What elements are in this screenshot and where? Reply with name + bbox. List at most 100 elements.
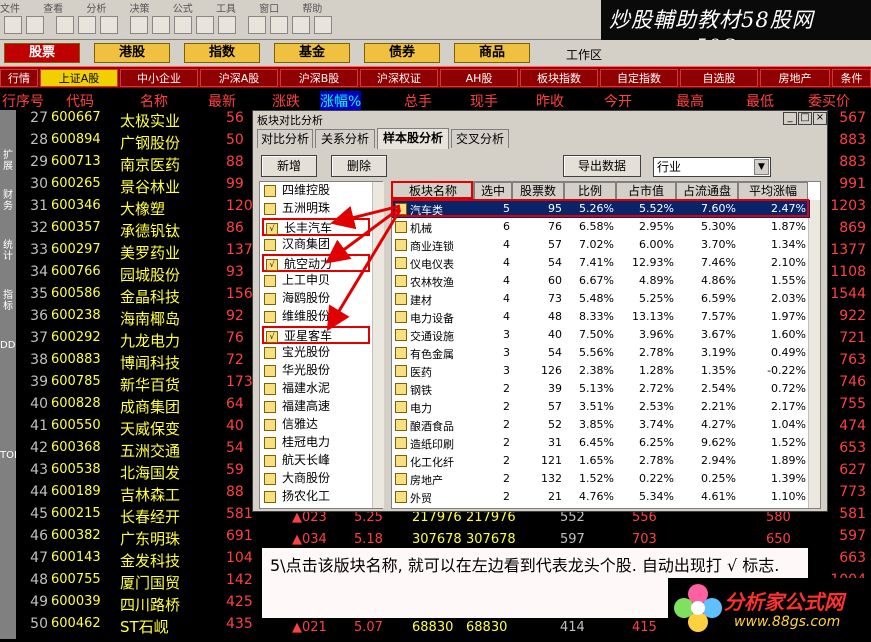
stock-list-item[interactable]: √ 亚星客车 [262,326,370,344]
calc-icon[interactable] [270,16,288,34]
stock-list-item[interactable]: √ 长丰汽车 [262,218,370,236]
grid-head-selected[interactable]: 选中 [474,182,512,200]
stock-list-scrollbar[interactable] [372,182,384,508]
grid-row[interactable]: 建材 4 73 5.48% 5.25% 6.59% 2.03% [392,290,810,308]
grid-row[interactable]: 仪电仪表 4 54 7.41% 12.93% 7.46% 2.10% [392,254,810,272]
table-row[interactable]: 36 600238 海南椰岛 92 [16,308,252,330]
table-row[interactable]: 40 600828 成商集团 64 [16,396,252,418]
stock-list-item[interactable]: 四维控股 [262,182,370,200]
grid-head-count[interactable]: 股票数 [512,182,564,200]
refresh-icon[interactable] [56,16,74,34]
menu-decision[interactable]: 决策 [130,0,150,15]
diamond-icon[interactable] [152,16,170,34]
table-row[interactable]: 38 600883 博闻科技 72 [16,352,252,374]
note-icon[interactable] [248,16,266,34]
grid-row[interactable]: 化工化纤 2 121 1.65% 2.78% 2.94% 1.89% [392,452,810,470]
col-lastvol[interactable]: 现手 [470,91,498,111]
chevron-down-icon[interactable]: ▼ [754,159,769,175]
stock-list-item[interactable]: 华光股份 [262,362,370,380]
stock-list-item[interactable]: 维维股份 [262,308,370,326]
tab-cross[interactable]: 交叉分析 [451,129,509,148]
table-row[interactable]: 37 600292 九龙电力 76 [16,330,252,352]
stock-list-item[interactable]: 福建高速 [262,398,370,416]
grid-row[interactable]: 电力设备 4 48 8.33% 13.13% 7.57% 1.97% [392,308,810,326]
tab-condition[interactable]: 条件 [832,69,871,87]
menu-help[interactable]: 帮助 [302,0,322,15]
tab-warrant[interactable]: 沪深权证 [360,69,438,87]
market-stock-button[interactable]: 股票 [4,43,80,63]
stock-list-item[interactable]: √ 航空动力 [262,254,370,272]
grid-row[interactable]: 电力 2 57 3.51% 2.53% 2.21% 2.17% [392,398,810,416]
menu-window[interactable]: 窗口 [259,0,279,15]
market-bond-button[interactable]: 债券 [364,43,440,63]
menu-tools[interactable]: 工具 [216,0,236,15]
menu-analysis[interactable]: 分析 [86,0,106,15]
tab-ah[interactable]: AH股 [440,69,518,87]
stock-list-item[interactable]: 汉商集团 [262,236,370,254]
table-row[interactable]: 47 600143 金发科技 1040 [16,550,261,572]
workspace-label[interactable]: 工作区 [566,46,602,63]
stock-list-item[interactable]: 上工申贝 [262,272,370,290]
tab-a-share[interactable]: 沪深A股 [200,69,278,87]
tab-watchlist[interactable]: 自选股 [680,69,758,87]
maximize-icon[interactable]: □ [798,112,812,125]
table-row[interactable]: 50 600462 ST石岘 435 [16,616,253,638]
grid-head-avgchg[interactable]: 平均涨幅 [738,182,808,200]
table-row[interactable]: 32 600357 承德钒钛 86 [16,220,252,242]
grid-row[interactable]: 造纸印刷 2 31 6.45% 6.25% 9.62% 1.52% [392,434,810,452]
stock-list-item[interactable]: 航天长峰 [262,452,370,470]
tab-sh-a[interactable]: 上证A股 [40,69,118,87]
list-icon[interactable] [314,16,332,34]
stop-icon[interactable] [100,16,118,34]
table-row[interactable]: 28 600894 广钢股份 50 [16,132,252,154]
close-icon[interactable]: × [813,112,827,125]
market-commodity-button[interactable]: 商品 [454,43,530,63]
table-row[interactable]: 31 600346 大橡塑 120 [16,198,253,220]
delete-button[interactable]: 删除 [331,155,387,177]
col-bid[interactable]: 委买价 [808,91,850,111]
alarm-icon[interactable] [78,16,96,34]
minimize-icon[interactable]: _ [783,112,797,125]
tab-sector-index[interactable]: 板块指数 [520,69,598,87]
table-row[interactable]: 35 600586 金晶科技 156 [16,286,253,308]
table-row[interactable]: 43 600538 北海国发 59 [16,462,252,484]
col-low[interactable]: 最低 [746,91,774,111]
stock-list-item[interactable]: 信雅达 [262,416,370,434]
stock-list-item[interactable]: 五洲明珠 [262,200,370,218]
folder-icon[interactable] [4,16,22,34]
stock-list-item[interactable]: 福建水泥 [262,380,370,398]
industry-select[interactable]: 行业 ▼ [653,157,771,177]
export-button[interactable]: 导出数据 [563,155,641,177]
grid-row[interactable]: 商业连锁 4 57 7.02% 6.00% 3.70% 1.34% [392,236,810,254]
tab-real-estate[interactable]: 房地产 [760,69,830,87]
grid-row[interactable]: 交通设施 3 40 7.50% 3.96% 3.67% 1.60% [392,326,810,344]
sort-icon[interactable] [174,16,192,34]
table-row[interactable]: 27 600667 太极实业 56 [16,110,252,132]
col-volume[interactable]: 总手 [404,91,432,111]
menu-formula[interactable]: 公式 [173,0,193,15]
table-row[interactable]: 33 600297 美罗药业 137 [16,242,253,264]
tab-quotes[interactable]: 行情 [0,69,38,87]
grid-row[interactable]: 农林牧渔 4 60 6.67% 4.89% 4.86% 1.55% [392,272,810,290]
table-row[interactable]: 34 600766 园城股份 93 [16,264,252,286]
table-row[interactable]: 48 600755 厦门国贸 1428 [16,572,261,594]
stock-list-item[interactable]: 桂冠电力 [262,434,370,452]
grid-row[interactable]: 酿酒食品 2 52 3.85% 3.74% 4.27% 1.04% [392,416,810,434]
side-tab-top[interactable]: TOP [0,450,20,461]
chart-icon[interactable] [130,16,148,34]
side-tab-finance[interactable]: 财务 [0,190,16,212]
target-icon[interactable] [196,16,214,34]
market-hk-button[interactable]: 港股 [94,43,170,63]
grid-row[interactable]: 有色金属 3 54 5.56% 2.78% 3.19% 0.49% [392,344,810,362]
col-pct[interactable]: 涨幅% [320,91,362,111]
col-rowno[interactable]: 行序号 [2,91,44,111]
new-button[interactable]: 新增 [261,155,317,177]
grid-head-float[interactable]: 占流通盘 [676,182,738,200]
dialog-titlebar[interactable]: 板块对比分析 _ □ × [253,111,827,127]
stock-list-item[interactable]: 海鸥股份 [262,290,370,308]
grid-row[interactable]: 机械 6 76 6.58% 2.95% 5.30% 1.87% [392,218,810,236]
tab-sample[interactable]: 样本股分析 [377,128,449,149]
market-fund-button[interactable]: 基金 [274,43,350,63]
col-high[interactable]: 最高 [676,91,704,111]
stock-list-item[interactable]: 宝光股份 [262,344,370,362]
